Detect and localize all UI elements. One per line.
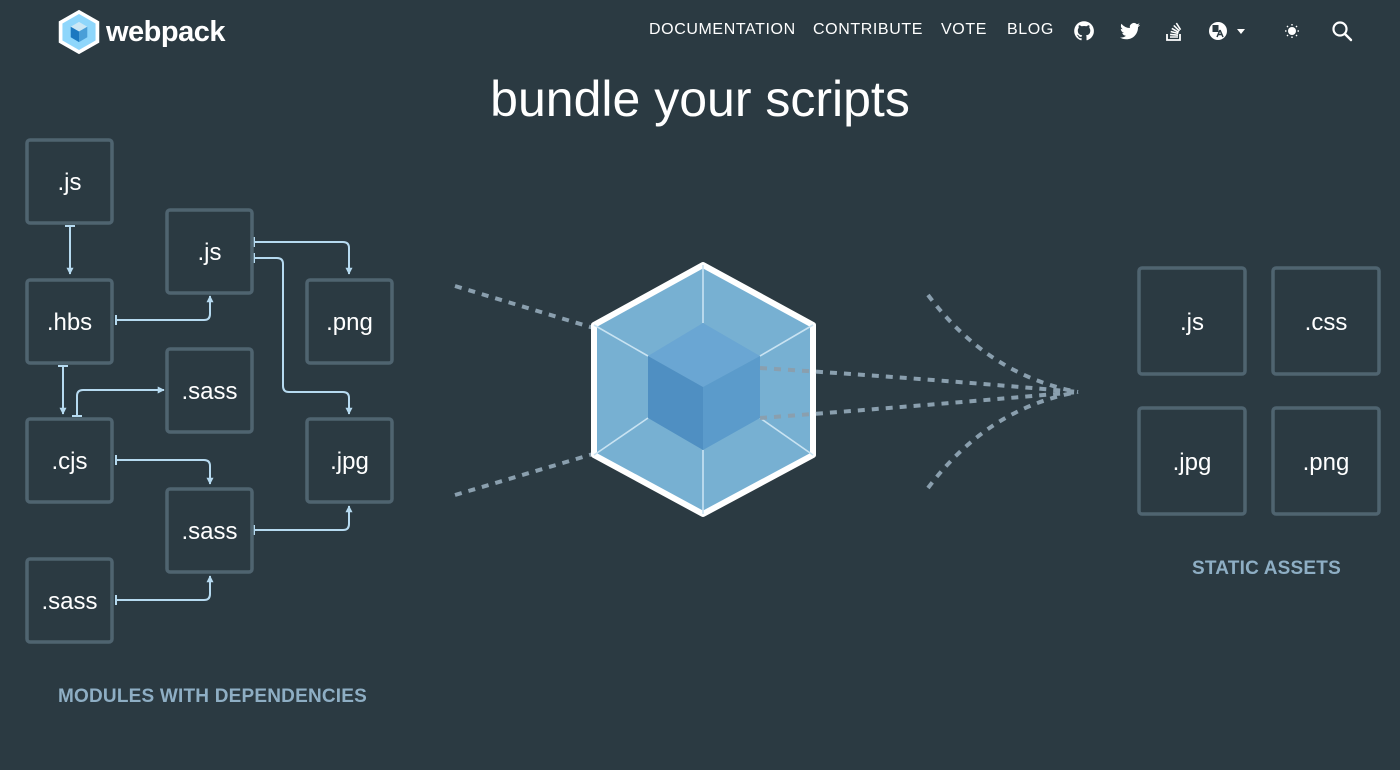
asset-box: .css: [1271, 266, 1381, 376]
dependency-arrow: [116, 295, 214, 321]
dependency-arrow: [254, 505, 353, 531]
bundle-diagram: .js .js .hbs .png .sass .cjs .jpg .sass: [25, 138, 1381, 644]
module-box: .sass: [25, 557, 114, 644]
module-label: .hbs: [47, 309, 92, 336]
dashed-line: [926, 390, 1079, 490]
module-label: .jpg: [330, 448, 369, 475]
asset-box: .jpg: [1137, 406, 1247, 516]
module-box: .hbs: [25, 278, 114, 365]
module-box: .sass: [165, 487, 254, 574]
module-label: .js: [198, 239, 222, 266]
module-box: .sass: [165, 347, 254, 434]
webpack-bundler-cube: [591, 262, 816, 517]
dashed-line: [926, 293, 1079, 394]
dependency-arrow: [116, 459, 214, 485]
module-label: .cjs: [52, 448, 88, 475]
modules-caption: MODULES WITH DEPENDENCIES: [58, 686, 368, 707]
asset-label: .png: [1303, 449, 1350, 476]
module-box: .jpg: [305, 417, 394, 504]
asset-box: .png: [1271, 406, 1381, 516]
asset-boxes: .js .css .jpg .png: [1137, 266, 1381, 516]
module-box: .js: [25, 138, 114, 225]
module-label: .png: [326, 309, 373, 336]
dependency-arrow: [76, 386, 165, 416]
module-box: .png: [305, 278, 394, 365]
asset-label: .jpg: [1173, 449, 1212, 476]
dependency-arrow: [116, 575, 214, 601]
asset-label: .js: [1180, 309, 1204, 336]
asset-label: .css: [1305, 309, 1348, 336]
assets-caption: STATIC ASSETS: [1192, 558, 1341, 579]
asset-box: .js: [1137, 266, 1247, 376]
module-box: .cjs: [25, 417, 114, 504]
module-label: .js: [58, 169, 82, 196]
module-box: .js: [165, 208, 254, 295]
module-label: .sass: [181, 518, 237, 545]
module-label: .sass: [181, 378, 237, 405]
module-label: .sass: [41, 588, 97, 615]
